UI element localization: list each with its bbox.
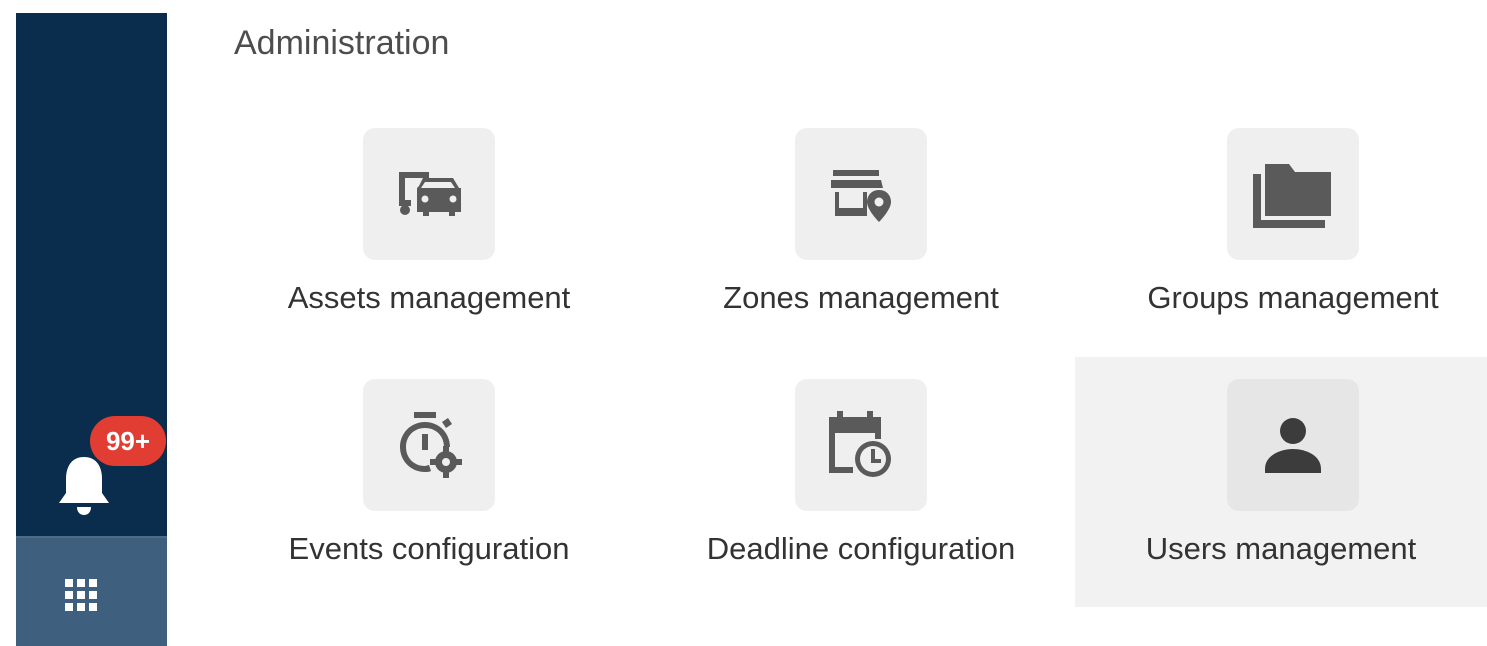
tile-icon-box: [795, 128, 927, 260]
tile-label: Events configuration: [288, 531, 570, 566]
tile-icon-box: [1227, 379, 1359, 511]
tile-label: Deadline configuration: [706, 531, 1016, 566]
person-icon: [1263, 417, 1323, 473]
calendar-clock-icon: [825, 409, 897, 481]
tile-icon-box: [795, 379, 927, 511]
tile-icon-box: [363, 128, 495, 260]
tile-groups-management[interactable]: Groups management: [1088, 106, 1487, 356]
store-location-icon: [829, 164, 893, 224]
timer-settings-icon: [394, 410, 464, 480]
notification-badge: 99+: [90, 416, 166, 466]
tile-deadline-configuration[interactable]: Deadline configuration: [656, 357, 1066, 607]
tile-label: Users management: [1145, 531, 1417, 566]
vehicles-icon: [393, 166, 465, 222]
tile-label: Zones management: [723, 280, 999, 315]
folders-icon: [1251, 160, 1335, 228]
tile-label: Assets management: [287, 280, 571, 315]
tile-zones-management[interactable]: Zones management: [656, 106, 1066, 356]
sidebar: 99+: [16, 13, 167, 646]
tile-assets-management[interactable]: Assets management: [224, 106, 634, 356]
section-title: Administration: [234, 24, 450, 62]
apps-grid-icon: [65, 579, 97, 611]
tile-users-management[interactable]: Users management: [1075, 357, 1487, 607]
tile-icon-box: [1227, 128, 1359, 260]
apps-button[interactable]: [16, 536, 167, 646]
tile-label: Groups management: [1147, 280, 1439, 315]
tile-icon-box: [363, 379, 495, 511]
tile-events-configuration[interactable]: Events configuration: [224, 357, 634, 607]
